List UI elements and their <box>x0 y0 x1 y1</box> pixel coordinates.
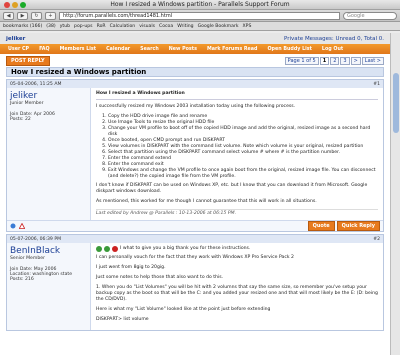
post-icons: I what to give you a big thank you for t… <box>96 246 378 252</box>
smiley-icon <box>112 246 118 252</box>
message-text: Here is what my "List Volume" looked lik… <box>96 307 271 312</box>
online-status-icon <box>10 223 16 229</box>
user-info: BenInBlack Senior Member Join Date: May … <box>7 243 91 330</box>
back-button[interactable]: ◀ <box>3 11 14 20</box>
scrollbar-thumb[interactable] <box>393 73 399 133</box>
page-link[interactable]: 3 <box>340 56 350 65</box>
nav-calendar[interactable]: Calendar <box>106 47 130 52</box>
bookmark-item[interactable]: Calculation <box>110 24 136 29</box>
pagination: Page 1 of 5 1 2 3 > Last > <box>284 56 384 65</box>
nav-members-list[interactable]: Members List <box>60 47 96 52</box>
url-bar[interactable]: http://forum.parallels.com/thread1481.ht… <box>59 11 340 20</box>
add-bookmark-button[interactable]: + <box>45 11 56 20</box>
message-text: I what to give you a big thank you for t… <box>120 246 251 251</box>
post-header: 05-07-2006, 06:39 PM #2 <box>7 235 383 243</box>
bookmark-item[interactable]: pop-ups <box>74 24 93 29</box>
forum-navbar: User CP FAQ Members List Calendar Search… <box>0 44 390 54</box>
bookmarks-bar: bookmarks (166) (38) ytub pop-ups RoR Ca… <box>0 22 400 31</box>
bookmark-item[interactable]: XPS <box>243 24 252 29</box>
forum-header: jeliker Private Messages: Unread 0, Tota… <box>0 33 390 44</box>
window-title: How I resized a Windows partition - Para… <box>110 1 290 8</box>
message-text: I just went from 8gig to 20gig. <box>96 265 166 270</box>
private-messages-link[interactable]: Private Messages: Unread 0, Total 0. <box>284 36 384 42</box>
page-content: jeliker Private Messages: Unread 0, Tota… <box>0 33 390 355</box>
message-text: 1. When you do "List Volumes" you will b… <box>96 285 378 302</box>
post-actions: Quote Quick Reply <box>307 221 380 231</box>
user-title: Junior Member <box>10 101 44 106</box>
smiley-icon <box>104 246 110 252</box>
page-link[interactable]: 1 <box>319 56 330 65</box>
user-info: jeliker Junior Member Join Date: Apr 200… <box>7 88 91 220</box>
bookmark-item[interactable]: Google Bookmark <box>198 24 239 29</box>
post-date: 05-04-2006, 11:25 AM <box>10 81 62 87</box>
bookmark-item[interactable]: ytub <box>60 24 70 29</box>
post-count: Posts: 216 <box>10 277 34 282</box>
nav-log-out[interactable]: Log Out <box>322 47 343 52</box>
quick-reply-button[interactable]: Quick Reply <box>336 221 380 231</box>
nav-search[interactable]: Search <box>140 47 159 52</box>
message-text: As mentioned, this worked for me though … <box>96 199 317 204</box>
bookmark-item[interactable]: (38) <box>46 24 55 29</box>
steps-list: Copy the HDD drive image file and rename… <box>108 114 378 180</box>
username[interactable]: BenInBlack <box>10 246 87 256</box>
smiley-icon <box>96 246 102 252</box>
nav-open-buddy-list[interactable]: Open Buddy List <box>267 47 311 52</box>
thread-controls: POST REPLY Page 1 of 5 1 2 3 > Last > <box>0 54 390 67</box>
vertical-scrollbar[interactable] <box>390 33 400 355</box>
quote-button[interactable]: Quote <box>307 221 335 231</box>
page-label: Page 1 of 5 <box>284 56 319 65</box>
username[interactable]: jeliker <box>10 91 87 101</box>
user-link[interactable]: jeliker <box>6 36 25 42</box>
page-link[interactable]: 2 <box>330 56 340 65</box>
browser-toolbar: ◀ ▶ ↻ + http://forum.parallels.com/threa… <box>0 10 400 22</box>
post-date: 05-07-2006, 06:39 PM <box>10 236 62 242</box>
message-text: I can personally vouch for the fact that… <box>96 255 294 260</box>
bookmark-item[interactable]: visuals <box>139 24 155 29</box>
last-page-link[interactable]: Last > <box>361 56 384 65</box>
post-header: 05-04-2006, 11:25 AM #1 <box>7 80 383 88</box>
post-footer: Quote Quick Reply <box>7 220 383 231</box>
forward-button[interactable]: ▶ <box>17 11 28 20</box>
message-text: I successfully resized my Windows 2003 i… <box>96 104 296 109</box>
user-title: Senior Member <box>10 256 45 261</box>
message-text: DISKPART> list volume <box>96 317 149 322</box>
next-page-link[interactable]: > <box>350 56 361 65</box>
post-tools <box>10 223 25 229</box>
post-number[interactable]: #1 <box>373 82 380 87</box>
edit-note: Last edited by Andrew @ Parallels : 10-1… <box>96 209 378 217</box>
nav-user-cp[interactable]: User CP <box>8 47 29 52</box>
nav-mark-forums-read[interactable]: Mark Forums Read <box>207 47 258 52</box>
message-text: I don't know if DISKPART can be used on … <box>96 183 368 194</box>
post: 05-07-2006, 06:39 PM #2 BenInBlack Senio… <box>6 234 384 331</box>
bookmark-item[interactable]: bookmarks (166) <box>3 24 42 29</box>
nav-faq[interactable]: FAQ <box>39 47 50 52</box>
post-count: Posts: 22 <box>10 117 31 122</box>
bookmark-item[interactable]: Writing <box>177 24 193 29</box>
report-post-icon[interactable] <box>19 223 25 229</box>
message-title: How I resized a Windows partition <box>96 91 378 100</box>
reload-button[interactable]: ↻ <box>31 11 42 20</box>
bookmark-item[interactable]: Cocoa <box>159 24 173 29</box>
list-item: Exit Windows and change the VM profile t… <box>108 168 378 180</box>
title-bar: How I resized a Windows partition - Para… <box>0 0 400 10</box>
post-number[interactable]: #2 <box>373 237 380 242</box>
nav-new-posts[interactable]: New Posts <box>169 47 197 52</box>
message: How I resized a Windows partition I succ… <box>91 88 383 220</box>
post: 05-04-2006, 11:25 AM #1 jeliker Junior M… <box>6 79 384 232</box>
search-input[interactable]: Google <box>343 11 397 20</box>
list-item: Change your VM profile to boot off of th… <box>108 126 378 138</box>
post-body: jeliker Junior Member Join Date: Apr 200… <box>7 88 383 220</box>
message: I what to give you a big thank you for t… <box>91 243 383 330</box>
bookmark-item[interactable]: RoR <box>97 24 106 29</box>
thread-title: How I resized a Windows partition <box>6 67 384 77</box>
post-reply-button[interactable]: POST REPLY <box>6 55 50 66</box>
message-text: Just some notes to help those that also … <box>96 275 224 280</box>
post-body: BenInBlack Senior Member Join Date: May … <box>7 243 383 330</box>
